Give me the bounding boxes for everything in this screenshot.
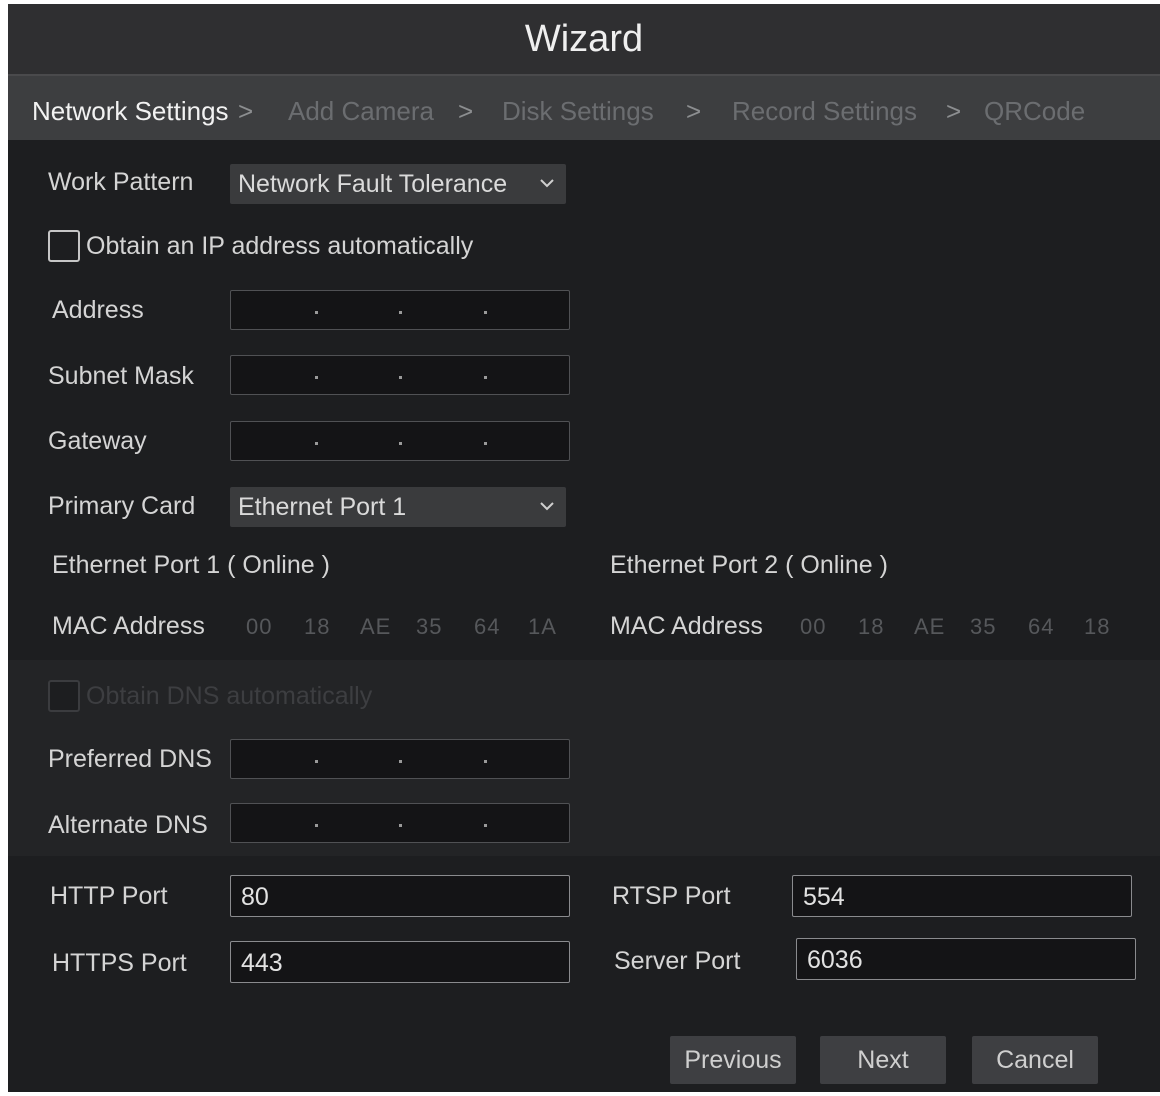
rtsp-port-label: RTSP Port xyxy=(612,882,731,910)
ip-dot xyxy=(484,311,487,314)
chevron-down-icon xyxy=(540,179,554,188)
ip-dot xyxy=(399,824,402,827)
obtain-dns-label: Obtain DNS automatically xyxy=(86,682,373,710)
primary-card-value: Ethernet Port 1 xyxy=(238,493,407,521)
mac-address-1-octet: 64 xyxy=(474,614,501,639)
address-label: Address xyxy=(52,296,144,324)
mac-address-2-octet: 35 xyxy=(970,614,997,639)
subnet-mask-input[interactable] xyxy=(230,355,570,395)
address-input[interactable] xyxy=(230,290,570,330)
mac-address-2-octet: 18 xyxy=(1084,614,1111,639)
ip-dot xyxy=(315,760,318,763)
step-separator: > xyxy=(238,96,254,126)
chevron-down-icon xyxy=(540,502,554,511)
server-port-label: Server Port xyxy=(614,947,741,975)
gateway-input[interactable] xyxy=(230,421,570,461)
step-separator: > xyxy=(458,96,474,126)
primary-card-label: Primary Card xyxy=(48,492,196,520)
alternate-dns-label: Alternate DNS xyxy=(48,811,208,839)
wizard-window: Wizard Network Settings > Add Camera > D… xyxy=(8,4,1160,1092)
mac-address-2-octet: AE xyxy=(914,614,946,639)
rtsp-port-input[interactable]: 554 xyxy=(792,875,1132,917)
ip-dot xyxy=(399,376,402,379)
gateway-label: Gateway xyxy=(48,427,147,455)
ip-dot xyxy=(399,760,402,763)
step-network-settings[interactable]: Network Settings xyxy=(32,96,229,127)
mac-address-1-octet: 35 xyxy=(416,614,443,639)
previous-button[interactable]: Previous xyxy=(670,1036,796,1084)
mac-address-1-octet: 00 xyxy=(246,614,273,639)
step-record-settings[interactable]: Record Settings xyxy=(732,96,917,127)
https-port-input[interactable]: 443 xyxy=(230,941,570,983)
work-pattern-select[interactable]: Network Fault Tolerance xyxy=(230,164,566,204)
mac-address-1-octet: 18 xyxy=(304,614,331,639)
wizard-steps: Network Settings > Add Camera > Disk Set… xyxy=(8,76,1160,140)
server-port-value: 6036 xyxy=(807,946,863,974)
ip-dot xyxy=(315,376,318,379)
step-add-camera[interactable]: Add Camera xyxy=(288,96,434,127)
ip-dot xyxy=(484,376,487,379)
mac-address-1-label: MAC Address xyxy=(52,612,205,640)
subnet-mask-label: Subnet Mask xyxy=(48,362,194,390)
mac-address-1-octet: 1A xyxy=(528,614,557,639)
ethernet-port-1-title: Ethernet Port 1 ( Online ) xyxy=(52,551,330,579)
dns-section: Obtain DNS automatically Preferred DNS A… xyxy=(8,660,1160,856)
ip-dot xyxy=(399,442,402,445)
preferred-dns-label: Preferred DNS xyxy=(48,745,212,773)
obtain-ip-checkbox[interactable] xyxy=(48,230,80,262)
http-port-input[interactable]: 80 xyxy=(230,875,570,917)
ethernet-port-2-title: Ethernet Port 2 ( Online ) xyxy=(610,551,888,579)
mac-address-2-octet: 00 xyxy=(800,614,827,639)
next-button[interactable]: Next xyxy=(820,1036,946,1084)
obtain-ip-label: Obtain an IP address automatically xyxy=(86,232,474,260)
alternate-dns-input[interactable] xyxy=(230,803,570,843)
http-port-value: 80 xyxy=(241,883,269,911)
mac-address-2-octet: 64 xyxy=(1028,614,1055,639)
ip-dot xyxy=(484,442,487,445)
window-title: Wizard xyxy=(524,18,644,60)
title-bar: Wizard xyxy=(8,4,1160,76)
rtsp-port-value: 554 xyxy=(803,883,845,911)
work-pattern-value: Network Fault Tolerance xyxy=(238,170,508,198)
https-port-label: HTTPS Port xyxy=(52,949,187,977)
mac-address-2-label: MAC Address xyxy=(610,612,763,640)
ip-dot xyxy=(399,311,402,314)
ip-dot xyxy=(315,824,318,827)
work-pattern-label: Work Pattern xyxy=(48,168,194,196)
https-port-value: 443 xyxy=(241,949,283,977)
primary-card-select[interactable]: Ethernet Port 1 xyxy=(230,487,566,527)
step-qrcode[interactable]: QRCode xyxy=(984,96,1085,127)
step-separator: > xyxy=(686,96,702,126)
step-disk-settings[interactable]: Disk Settings xyxy=(502,96,654,127)
mac-address-1-octet: AE xyxy=(360,614,392,639)
step-separator: > xyxy=(946,96,962,126)
ip-dot xyxy=(484,824,487,827)
preferred-dns-input[interactable] xyxy=(230,739,570,779)
ip-dot xyxy=(315,311,318,314)
server-port-input[interactable]: 6036 xyxy=(796,938,1136,980)
cancel-button[interactable]: Cancel xyxy=(972,1036,1098,1084)
obtain-dns-checkbox[interactable] xyxy=(48,680,80,712)
ip-dot xyxy=(484,760,487,763)
mac-address-2-octet: 18 xyxy=(858,614,885,639)
ip-dot xyxy=(315,442,318,445)
http-port-label: HTTP Port xyxy=(50,882,168,910)
